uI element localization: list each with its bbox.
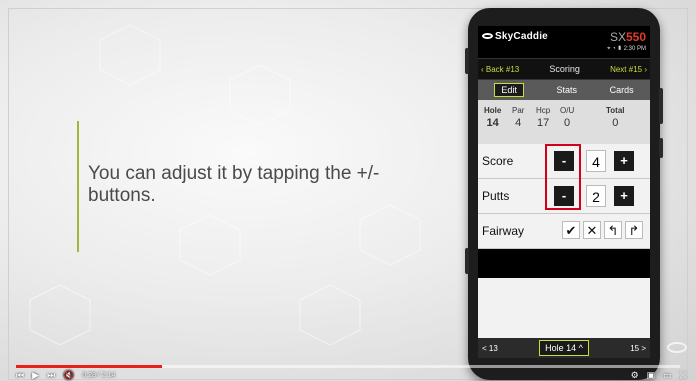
tab-stats[interactable]: Stats bbox=[556, 85, 577, 95]
current-hole-button[interactable]: Hole 14 ^ bbox=[539, 340, 589, 356]
caption-text: You can adjust it by tapping the +/- but… bbox=[88, 163, 380, 206]
tab-cards[interactable]: Cards bbox=[610, 85, 634, 95]
eye-icon bbox=[482, 33, 493, 40]
status-icons: ⌖ ◔ ▮ bbox=[607, 46, 624, 52]
next-label: Next #15 bbox=[610, 64, 643, 74]
hole-label: Hole bbox=[484, 106, 502, 115]
skip-next-icon[interactable]: ⏭ bbox=[47, 370, 55, 381]
back-button[interactable]: ‹ Back #13 bbox=[481, 65, 519, 74]
total-label: Total bbox=[606, 106, 625, 115]
ou-column: O/U 0 bbox=[560, 106, 574, 129]
fairway-right-arrow-icon[interactable]: ↱ bbox=[625, 221, 643, 239]
hole-value: 14 bbox=[486, 117, 499, 129]
par-label: Par bbox=[512, 106, 525, 115]
fairway-label: Fairway bbox=[482, 224, 525, 238]
video-controls-left: ⏮ ▶ ⏭ 🔇 0:28 / 2:14 bbox=[16, 370, 115, 381]
hcp-column: Hcp 17 bbox=[536, 106, 550, 129]
status-bar: ⌖ ◔ ▮ 2:30 PM bbox=[607, 46, 646, 53]
skip-back-icon[interactable]: ⏮ bbox=[16, 370, 24, 381]
putts-label: Putts bbox=[482, 189, 510, 203]
status-time: 2:30 PM bbox=[623, 46, 646, 52]
phone-side-button bbox=[465, 248, 469, 274]
nav-row: ‹ Back #13 Scoring Next #15 › bbox=[478, 58, 650, 80]
miniplayer-icon[interactable]: ▣ bbox=[647, 370, 656, 381]
par-value: 4 bbox=[515, 117, 522, 129]
hcp-label: Hcp bbox=[536, 106, 551, 115]
putts-plus-button[interactable]: + bbox=[614, 186, 634, 206]
fullscreen-icon[interactable]: ⛶ bbox=[680, 370, 686, 381]
phone-side-button bbox=[659, 138, 663, 158]
next-hole-button[interactable]: 15 > bbox=[630, 344, 646, 353]
play-icon[interactable]: ▶ bbox=[32, 370, 39, 381]
settings-gear-icon[interactable]: ⚙ bbox=[631, 370, 639, 381]
chevron-right-icon: › bbox=[642, 64, 647, 74]
hole-nav-bar: < 13 Hole 14 ^ 15 > bbox=[478, 338, 650, 358]
screen-empty-area bbox=[478, 278, 650, 338]
back-label: Back #13 bbox=[485, 64, 520, 74]
skycaddie-watermark-icon bbox=[667, 342, 687, 353]
phone-side-button bbox=[465, 48, 469, 74]
screen-title: Scoring bbox=[549, 64, 580, 74]
video-progress-fill bbox=[16, 365, 163, 368]
total-column: Total 0 bbox=[606, 106, 625, 129]
fairway-row: Fairway ✔ ✕ ↰ ↱ bbox=[478, 214, 650, 249]
putts-value: 2 bbox=[586, 185, 606, 207]
brand-logo: SkyCaddie bbox=[482, 31, 548, 42]
volume-muted-icon[interactable]: 🔇 bbox=[63, 370, 74, 381]
phone-side-button bbox=[659, 88, 663, 124]
ou-value: 0 bbox=[564, 117, 571, 129]
hole-column: Hole 14 bbox=[484, 106, 501, 129]
model-number: 550 bbox=[625, 30, 646, 44]
score-label: Score bbox=[482, 154, 514, 168]
video-controls-right: ⚙ ▣ ▭ ⛶ bbox=[631, 370, 686, 381]
tab-edit[interactable]: Edit bbox=[494, 83, 524, 97]
brand-bar: SkyCaddie SX550 ⌖ ◔ ▮ 2:30 PM bbox=[478, 26, 650, 58]
fairway-hit-check-icon[interactable]: ✔ bbox=[562, 221, 580, 239]
tab-bar: Edit Stats Cards bbox=[478, 80, 650, 100]
brand-name: SkyCaddie bbox=[495, 31, 548, 42]
prev-hole-button[interactable]: < 13 bbox=[482, 344, 498, 353]
total-value: 0 bbox=[612, 117, 619, 129]
fairway-left-arrow-icon[interactable]: ↰ bbox=[604, 221, 622, 239]
par-column: Par 4 bbox=[512, 106, 524, 129]
hcp-value: 17 bbox=[536, 117, 550, 129]
minus-buttons-highlight bbox=[545, 144, 581, 210]
caption-accent-line bbox=[77, 121, 79, 252]
video-time: 0:28 / 2:14 bbox=[82, 372, 116, 379]
model-name: SX550 bbox=[610, 30, 646, 44]
fairway-miss-x-icon[interactable]: ✕ bbox=[583, 221, 601, 239]
next-button[interactable]: Next #15 › bbox=[610, 65, 647, 74]
score-plus-button[interactable]: + bbox=[614, 151, 634, 171]
theater-mode-icon[interactable]: ▭ bbox=[663, 370, 672, 381]
ou-label: O/U bbox=[560, 106, 575, 115]
model-prefix: SX bbox=[609, 30, 626, 44]
score-value: 4 bbox=[586, 150, 606, 172]
hole-info-panel: Hole 14 Par 4 Hcp 17 O/U 0 Total 0 bbox=[478, 100, 650, 144]
